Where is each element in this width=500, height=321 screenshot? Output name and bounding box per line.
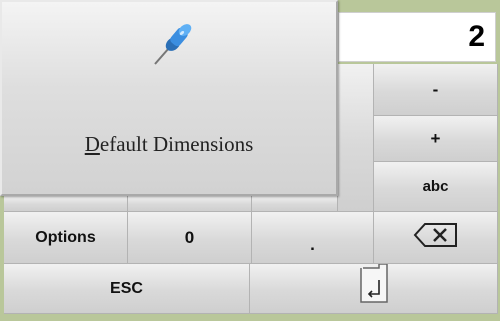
minus-key[interactable]: - <box>374 64 498 116</box>
enter-key[interactable] <box>250 263 498 314</box>
pushpin-icon <box>147 20 197 70</box>
dot-key-label: . <box>310 234 315 254</box>
key-blank-2 <box>128 196 252 212</box>
key-blank-1 <box>338 64 374 212</box>
zero-key-label: 0 <box>184 227 195 247</box>
options-key[interactable] <box>4 196 128 212</box>
plus-key[interactable]: + <box>374 116 498 162</box>
options-button[interactable]: Options <box>4 212 128 264</box>
display-value: 2 <box>468 20 485 53</box>
esc-key[interactable]: ESC <box>4 264 250 314</box>
label-rest: efault Dimensions <box>99 132 254 156</box>
default-dimensions-popup[interactable]: Default Dimensions <box>0 0 338 196</box>
backspace-key[interactable] <box>374 212 498 264</box>
abc-key-label: abc <box>422 178 449 195</box>
abc-key[interactable]: abc <box>374 162 498 212</box>
esc-key-label: ESC <box>110 279 143 297</box>
plus-key-label: + <box>430 128 441 148</box>
key-blank-3 <box>252 196 338 212</box>
keypad-frame: 2 - + abc Options 0 . ESC Default Dimens… <box>0 0 500 321</box>
label-mnemonic: D <box>84 132 100 156</box>
value-display: 2 <box>338 12 496 62</box>
default-dimensions-label: Default Dimensions <box>2 132 336 157</box>
enter-icon <box>359 263 389 313</box>
popup-body: Default Dimensions <box>2 2 336 194</box>
zero-key[interactable]: 0 <box>128 212 252 264</box>
options-label: Options <box>35 228 96 246</box>
dot-key[interactable]: . <box>252 212 374 264</box>
minus-key-label: - <box>432 79 439 99</box>
backspace-icon <box>413 222 459 253</box>
